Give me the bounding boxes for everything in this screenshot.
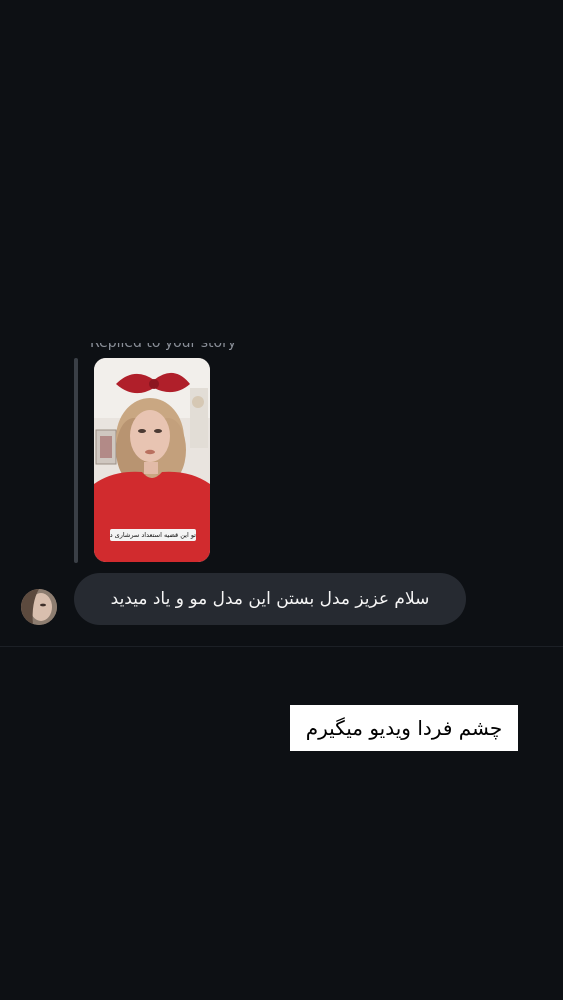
outgoing-reply-text: چشم فردا ویدیو میگیرم (290, 705, 518, 751)
replied-to-story-label: Replied to your story (90, 335, 237, 351)
section-divider (0, 646, 563, 647)
story-caption-sticker: تو این قضیه استعداد سرشاری دارم😋 (110, 529, 196, 541)
story-preview-thumbnail[interactable]: تو این قضیه استعداد سرشاری دارم😋 (94, 358, 210, 562)
incoming-message-bubble[interactable]: سلام عزیز مدل بستن این مدل مو و یاد میدی… (74, 573, 466, 625)
sender-avatar[interactable] (21, 589, 57, 625)
dm-thread-screen: Replied to your story تو این قضیه استعدا… (0, 0, 563, 1000)
reply-quote-bar (74, 358, 78, 563)
avatar-photo (21, 589, 57, 625)
